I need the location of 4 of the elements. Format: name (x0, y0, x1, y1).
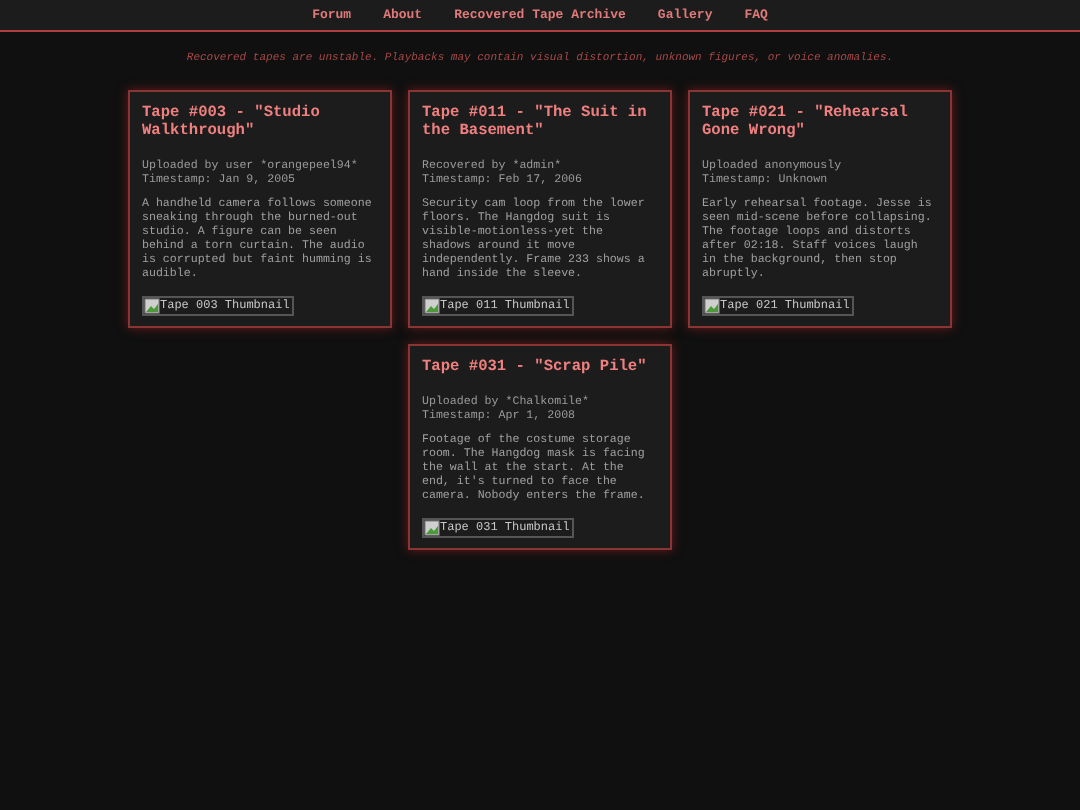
broken-image-icon (704, 298, 720, 315)
broken-image-icon (424, 520, 440, 537)
broken-image-icon (424, 298, 440, 315)
broken-image-icon (144, 298, 160, 315)
